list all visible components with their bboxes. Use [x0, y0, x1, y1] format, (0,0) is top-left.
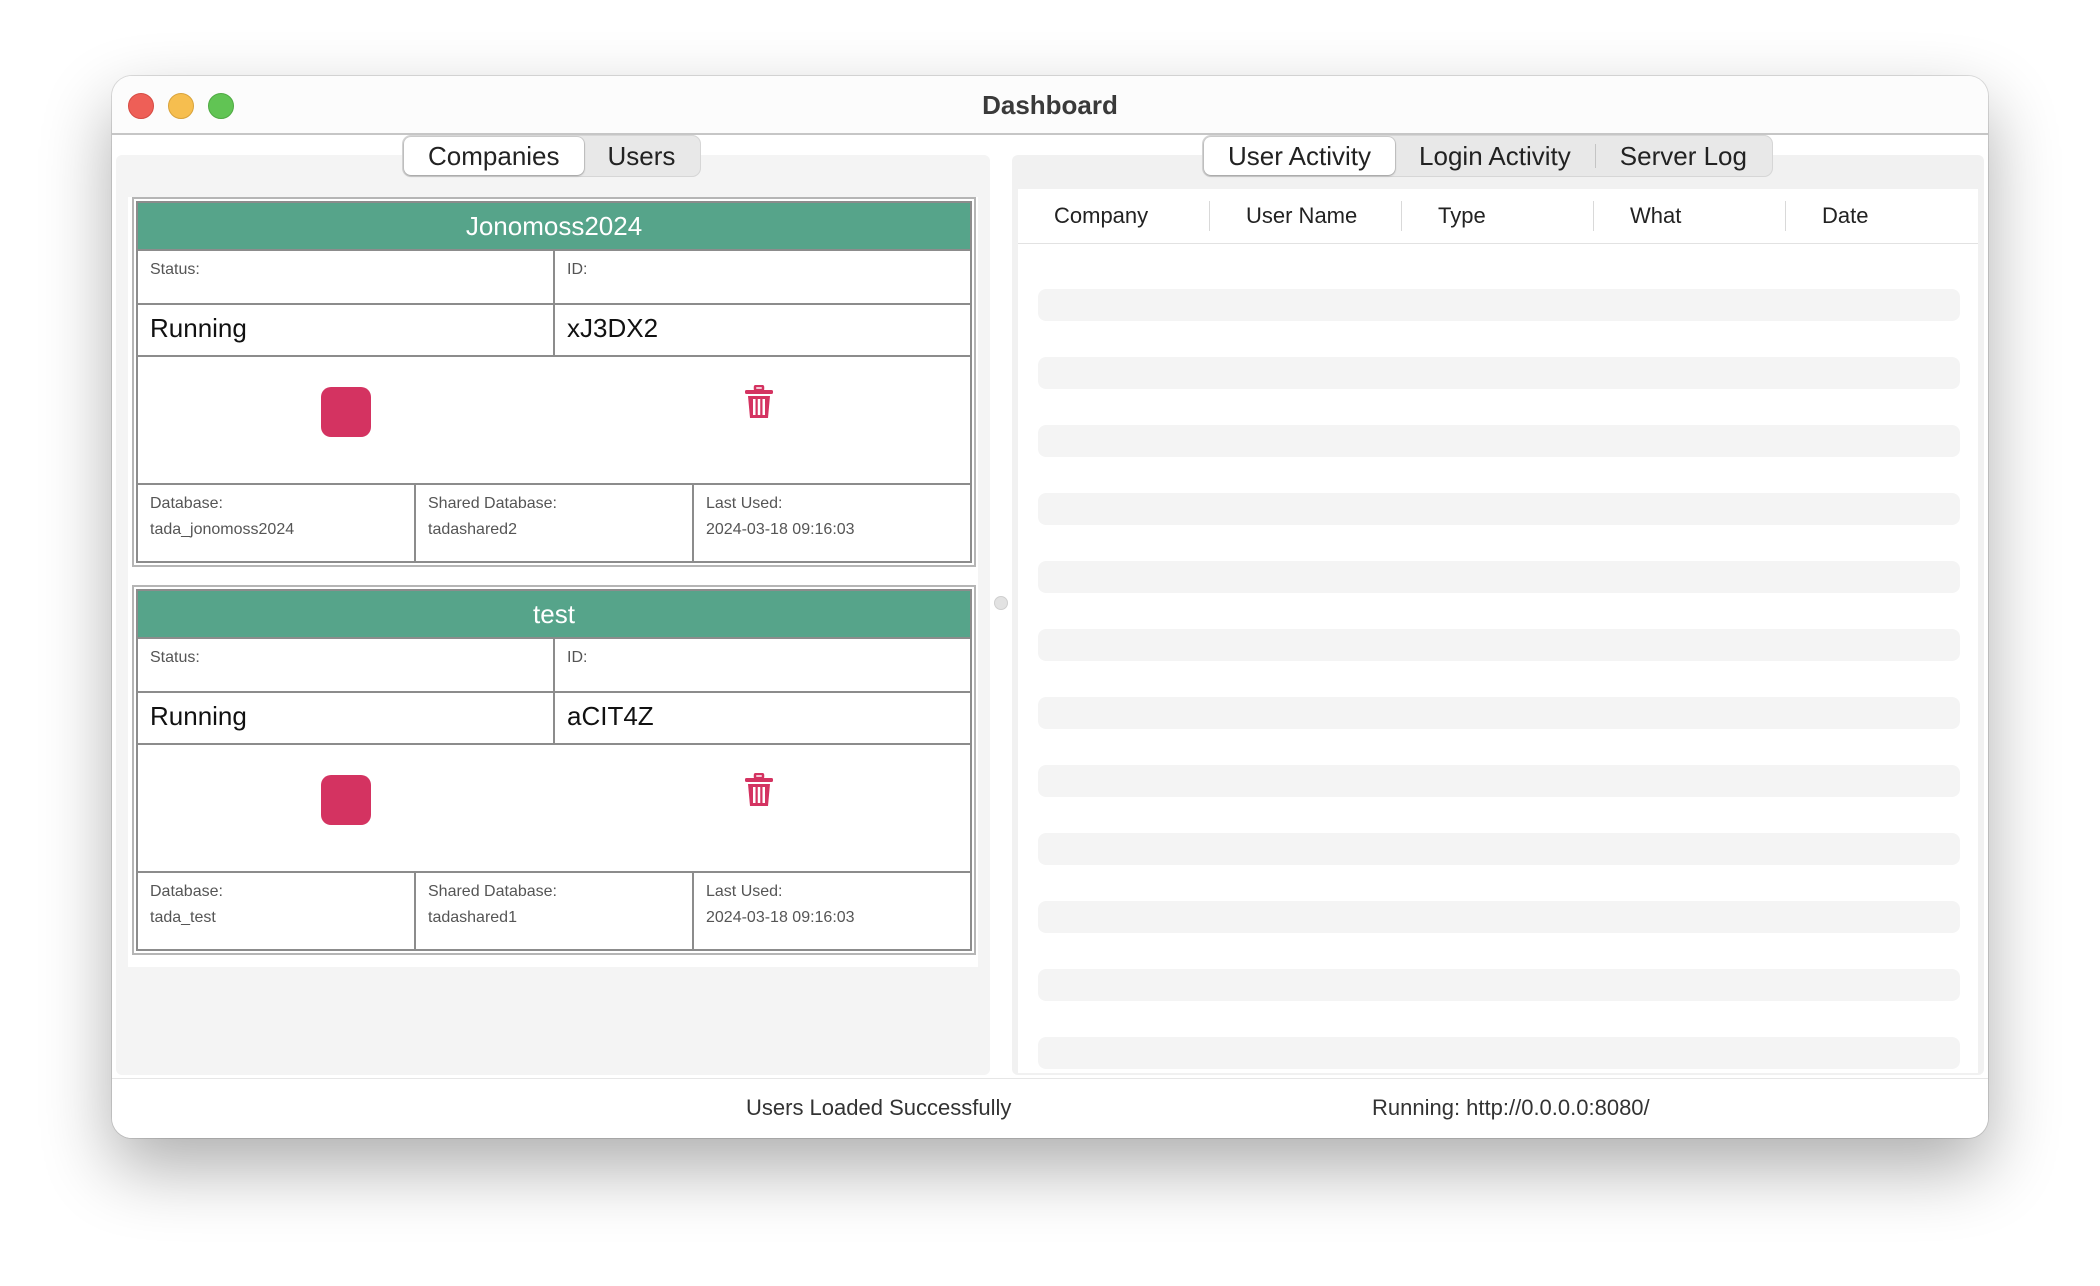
shared-database-value: tadashared1 — [428, 909, 517, 926]
table-row — [1038, 425, 1960, 457]
column-header-user-name[interactable]: User Name — [1210, 189, 1402, 243]
id-label: ID: — [567, 261, 588, 278]
trash-icon[interactable] — [744, 773, 774, 807]
activity-table: Company User Name Type What Date — [1018, 189, 1978, 1073]
activity-panel: Company User Name Type What Date — [1012, 155, 1984, 1075]
status-bar: Users Loaded Successfully Running: http:… — [112, 1078, 1988, 1138]
table-header: Company User Name Type What Date — [1018, 189, 1978, 244]
tab-users[interactable]: Users — [584, 137, 700, 175]
company-card-list[interactable]: Jonomoss2024 Status: ID: Running xJ3DX2 — [128, 197, 978, 967]
shared-database-value: tadashared2 — [428, 521, 517, 538]
last-used-label: Last Used: — [706, 883, 783, 900]
database-value: tada_test — [150, 909, 216, 926]
title-bar: Dashboard — [112, 76, 1988, 135]
table-row — [1038, 629, 1960, 661]
left-tab-bar: Companies Users — [402, 135, 702, 177]
tab-user-activity[interactable]: User Activity — [1204, 137, 1396, 175]
table-row — [1038, 561, 1960, 593]
company-card: test Status: ID: Running aCIT4Z Database… — [132, 585, 976, 955]
company-card: Jonomoss2024 Status: ID: Running xJ3DX2 — [132, 197, 976, 567]
shared-database-label: Shared Database: — [428, 495, 557, 512]
database-label: Database: — [150, 495, 223, 512]
table-row — [1038, 289, 1960, 321]
column-header-company[interactable]: Company — [1018, 189, 1210, 243]
last-used-label: Last Used: — [706, 495, 783, 512]
table-row — [1038, 357, 1960, 389]
companies-panel: Jonomoss2024 Status: ID: Running xJ3DX2 — [116, 155, 990, 1075]
company-name: test — [138, 591, 970, 639]
status-value: Running — [150, 313, 247, 343]
table-row — [1038, 493, 1960, 525]
window-title: Dashboard — [982, 90, 1118, 120]
table-row — [1038, 833, 1960, 865]
shared-database-label: Shared Database: — [428, 883, 557, 900]
dashboard-window: Dashboard Jonomoss2024 Status: ID: Runni… — [112, 76, 1988, 1138]
id-value: aCIT4Z — [567, 701, 654, 731]
window-content: Jonomoss2024 Status: ID: Running xJ3DX2 — [112, 135, 1988, 1078]
server-status: Running: http://0.0.0.0:8080/ — [1372, 1095, 1650, 1120]
trash-icon[interactable] — [744, 385, 774, 419]
id-label: ID: — [567, 649, 588, 666]
database-label: Database: — [150, 883, 223, 900]
last-used-value: 2024-03-18 09:16:03 — [706, 909, 855, 926]
status-message: Users Loaded Successfully — [746, 1095, 1012, 1120]
column-header-what[interactable]: What — [1594, 189, 1786, 243]
table-row — [1038, 697, 1960, 729]
table-row — [1038, 1037, 1960, 1069]
company-name: Jonomoss2024 — [138, 203, 970, 251]
panel-splitter-handle[interactable] — [994, 596, 1008, 610]
table-row — [1038, 901, 1960, 933]
table-row — [1038, 969, 1960, 1001]
id-value: xJ3DX2 — [567, 313, 659, 343]
table-row — [1038, 765, 1960, 797]
last-used-value: 2024-03-18 09:16:03 — [706, 521, 855, 538]
tab-login-activity[interactable]: Login Activity — [1395, 137, 1595, 175]
status-label: Status: — [150, 649, 200, 666]
tab-companies[interactable]: Companies — [404, 137, 584, 175]
tab-server-log[interactable]: Server Log — [1596, 137, 1771, 175]
database-value: tada_jonomoss2024 — [150, 521, 295, 538]
column-header-type[interactable]: Type — [1402, 189, 1594, 243]
column-header-date[interactable]: Date — [1786, 189, 1978, 243]
right-tab-bar: User Activity Login Activity Server Log — [1202, 135, 1773, 177]
status-value: Running — [150, 701, 247, 731]
stop-server-button[interactable] — [321, 775, 371, 825]
stop-server-button[interactable] — [321, 387, 371, 437]
status-label: Status: — [150, 261, 200, 278]
